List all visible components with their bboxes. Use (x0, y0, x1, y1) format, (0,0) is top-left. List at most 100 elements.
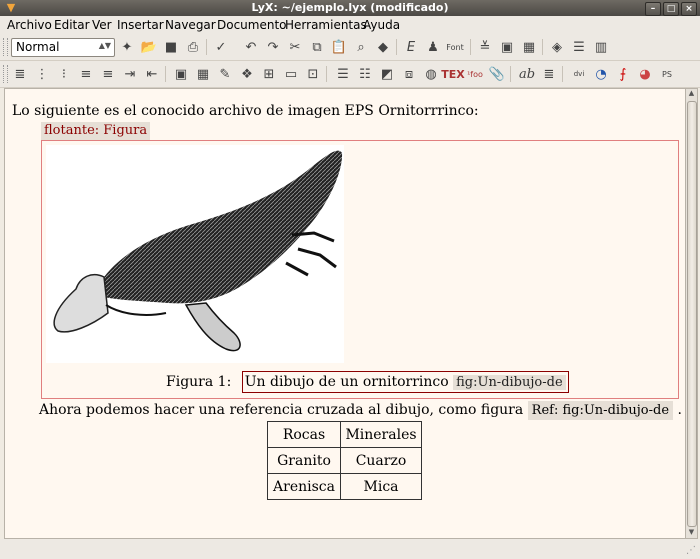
change-tracking-icon[interactable]: ≚ (476, 38, 494, 56)
menu-insertar[interactable]: Insertar (117, 18, 164, 32)
table-cell[interactable]: Cuarzo (340, 447, 422, 474)
paragraph-style-select[interactable]: Normal ▲▼ (11, 38, 115, 57)
pdf-icon[interactable]: ⨍ (614, 65, 632, 83)
menu-bar: Archivo Editar Ver Insertar Navegar Docu… (0, 16, 700, 35)
insert-float-icon[interactable]: ⊞ (260, 65, 278, 83)
table-row: Granito Cuarzo (267, 447, 422, 474)
platypus-image[interactable] (46, 145, 344, 363)
insert-folder-icon[interactable]: ▭ (282, 65, 300, 83)
open-document-icon[interactable]: 📂 (140, 38, 158, 56)
save-icon[interactable]: ■ (162, 38, 180, 56)
insert-math-icon[interactable]: ⧈ (400, 65, 418, 83)
menu-ayuda[interactable]: Ayuda (363, 18, 400, 32)
toolbar-separator (206, 39, 207, 55)
cut-icon[interactable]: ✂ (286, 38, 304, 56)
table-cell[interactable]: Granito (267, 447, 341, 474)
insert-image-icon[interactable]: ▣ (172, 65, 190, 83)
scroll-down-icon[interactable]: ▼ (686, 528, 697, 538)
table-cell[interactable]: Rocas (267, 421, 341, 448)
toolbar-separator (396, 39, 397, 55)
spell-text-icon[interactable]: ab (518, 65, 536, 83)
paragraph-style-value: Normal (16, 40, 60, 54)
view-dvi-icon[interactable]: ◈ (548, 38, 566, 56)
toc-icon[interactable]: ☰ (334, 65, 352, 83)
noun-style-icon[interactable]: ♟ (424, 38, 442, 56)
document-workarea[interactable]: Lo siguiente es el conocido archivo de i… (4, 88, 687, 539)
postscript-icon[interactable]: PS (658, 65, 676, 83)
pdf-update-icon[interactable]: ◕ (636, 65, 654, 83)
vertical-scrollbar[interactable]: ▲ ▼ (685, 88, 698, 539)
paste-icon[interactable]: 📋 (330, 38, 348, 56)
insert-label-icon[interactable]: ◩ (378, 65, 396, 83)
extra-toolbar: ≣ ⋮ ⁝ ≡ ≡ ⇥ ⇤ ▣ ▦ ✎ ❖ ⊞ ▭ ⊡ ☰ ☷ ◩ ⧈ ◍ TE… (0, 61, 700, 88)
update-view-icon[interactable]: ◔ (592, 65, 610, 83)
scroll-up-icon[interactable]: ▲ (686, 89, 697, 99)
paragraph-settings-icon[interactable]: ≣ (540, 65, 558, 83)
scrollbar-thumb[interactable] (687, 101, 697, 527)
insert-ert-icon[interactable]: ❖ (238, 65, 256, 83)
maximize-icon[interactable]: □ (663, 2, 679, 16)
footnote-icon[interactable]: ¹foo (466, 65, 484, 83)
main-toolbar: Normal ▲▼ ✦ 📂 ■ ⎙ ✓ ↶ ↷ ✂ ⧉ 📋 ⌕ ◆ E ♟ Fo… (0, 34, 700, 61)
list-bullet-icon[interactable]: ≣ (11, 65, 29, 83)
view-dvi-icon[interactable]: dvi (570, 65, 588, 83)
crossref-text: Ahora podemos hacer una referencia cruza… (39, 402, 524, 418)
emphasis-icon[interactable]: E (402, 38, 420, 56)
table-row: Rocas Minerales (267, 421, 422, 448)
print-icon[interactable]: ⎙ (184, 38, 202, 56)
menu-editar[interactable]: Editar (54, 18, 90, 32)
copy-icon[interactable]: ⧉ (308, 38, 326, 56)
resize-grip-icon[interactable]: ⋰ (686, 546, 696, 556)
tex-code-icon[interactable]: TEX (441, 65, 465, 83)
font-settings-icon[interactable]: Font (446, 38, 464, 56)
table-cell[interactable]: Minerales (340, 421, 422, 448)
new-document-icon[interactable]: ✦ (118, 38, 136, 56)
menu-ver[interactable]: Ver (92, 18, 112, 32)
title-bar: ▼ LyX: ~/ejemplo.lyx (modificado) – □ × (0, 0, 700, 16)
navigate-back-icon[interactable]: ◆ (374, 38, 392, 56)
insert-table-icon[interactable]: ▦ (194, 65, 212, 83)
menu-herramientas[interactable]: Herramientas (285, 18, 367, 32)
list-numbered-icon[interactable]: ⋮ (33, 65, 51, 83)
document-table[interactable]: Rocas Minerales Granito Cuarzo Arenisca … (267, 421, 422, 500)
insert-box-icon[interactable]: ⊡ (304, 65, 322, 83)
toc-view-icon[interactable]: ☰ (570, 38, 588, 56)
chevron-updown-icon: ▲▼ (98, 41, 111, 50)
table-row: Arenisca Mica (267, 473, 422, 500)
index-entry-icon[interactable]: ☷ (356, 65, 374, 83)
menu-archivo[interactable]: Archivo (7, 18, 52, 32)
float-figure-box[interactable]: Figura 1: Un dibujo de un ornitorrinco f… (41, 140, 679, 399)
menu-navegar[interactable]: Navegar (165, 18, 216, 32)
toolbar-grip[interactable] (3, 38, 8, 56)
float-figure-label[interactable]: flotante: Figura (41, 122, 151, 140)
intro-paragraph[interactable]: Lo siguiente es el conocido archivo de i… (12, 103, 479, 119)
list-alt-icon[interactable]: ≡ (77, 65, 95, 83)
crossref-label[interactable]: Ref: fig:Un-dibujo-de (527, 401, 674, 420)
table-cell[interactable]: Mica (340, 473, 422, 500)
minimize-icon[interactable]: – (645, 2, 661, 16)
find-replace-icon[interactable]: ⌕ (352, 38, 370, 56)
increase-depth-icon[interactable]: ⇥ (121, 65, 139, 83)
spellcheck-icon[interactable]: ✓ (212, 38, 230, 56)
crossref-paragraph[interactable]: Ahora podemos hacer una referencia cruza… (39, 401, 682, 420)
menu-documento[interactable]: Documento (217, 18, 287, 32)
insert-graphics-icon[interactable]: ▣ (498, 38, 516, 56)
close-icon[interactable]: × (681, 2, 697, 16)
outline-icon[interactable]: ≡ (99, 65, 117, 83)
attachment-icon[interactable]: 📎 (488, 65, 506, 83)
status-bar: ⋰ (0, 539, 700, 559)
redo-icon[interactable]: ↷ (264, 38, 282, 56)
toolbar-grip[interactable] (3, 65, 8, 83)
caption-text-box[interactable]: Un dibujo de un ornitorrinco fig:Un-dibu… (241, 371, 569, 393)
caption-label[interactable]: fig:Un-dibujo-de (453, 375, 566, 390)
figure-caption[interactable]: Figura 1: Un dibujo de un ornitorrinco f… (166, 371, 569, 393)
toolbar-separator (326, 66, 327, 82)
table-cell[interactable]: Arenisca (267, 473, 341, 500)
insert-citation-icon[interactable]: ◍ (422, 65, 440, 83)
decrease-depth-icon[interactable]: ⇤ (143, 65, 161, 83)
undo-icon[interactable]: ↶ (242, 38, 260, 56)
split-view-icon[interactable]: ▥ (592, 38, 610, 56)
insert-table-icon[interactable]: ▦ (520, 38, 538, 56)
insert-note-icon[interactable]: ✎ (216, 65, 234, 83)
list-description-icon[interactable]: ⁝ (55, 65, 73, 83)
